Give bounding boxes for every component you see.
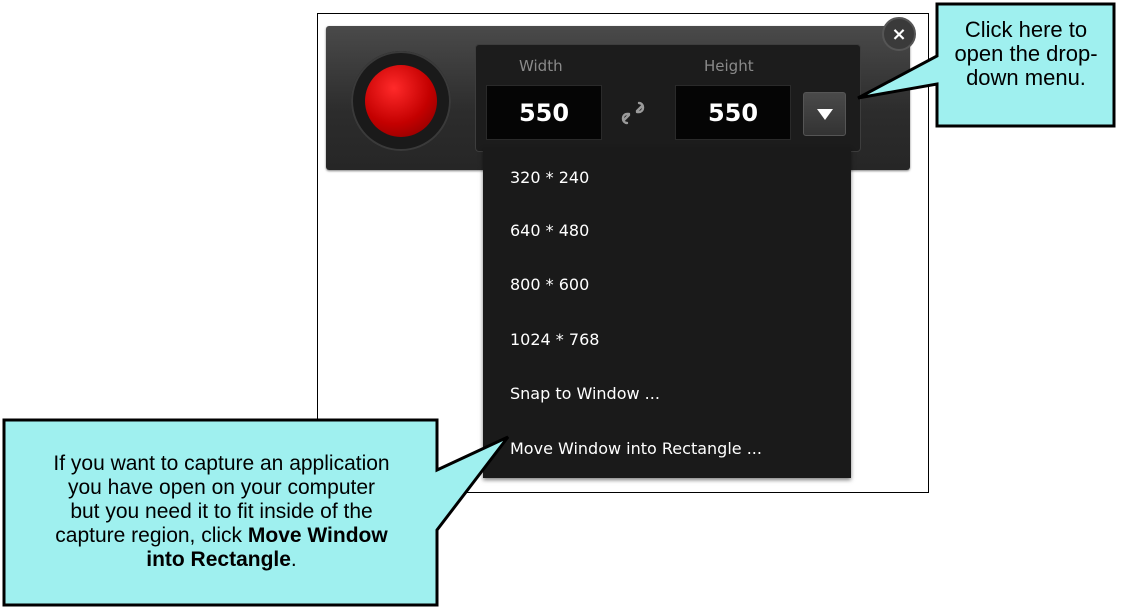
- dropdown-callout-text: Click here to open the drop- down menu.: [954, 17, 1098, 90]
- move-window-callout-text: If you want to capture an application yo…: [53, 452, 390, 571]
